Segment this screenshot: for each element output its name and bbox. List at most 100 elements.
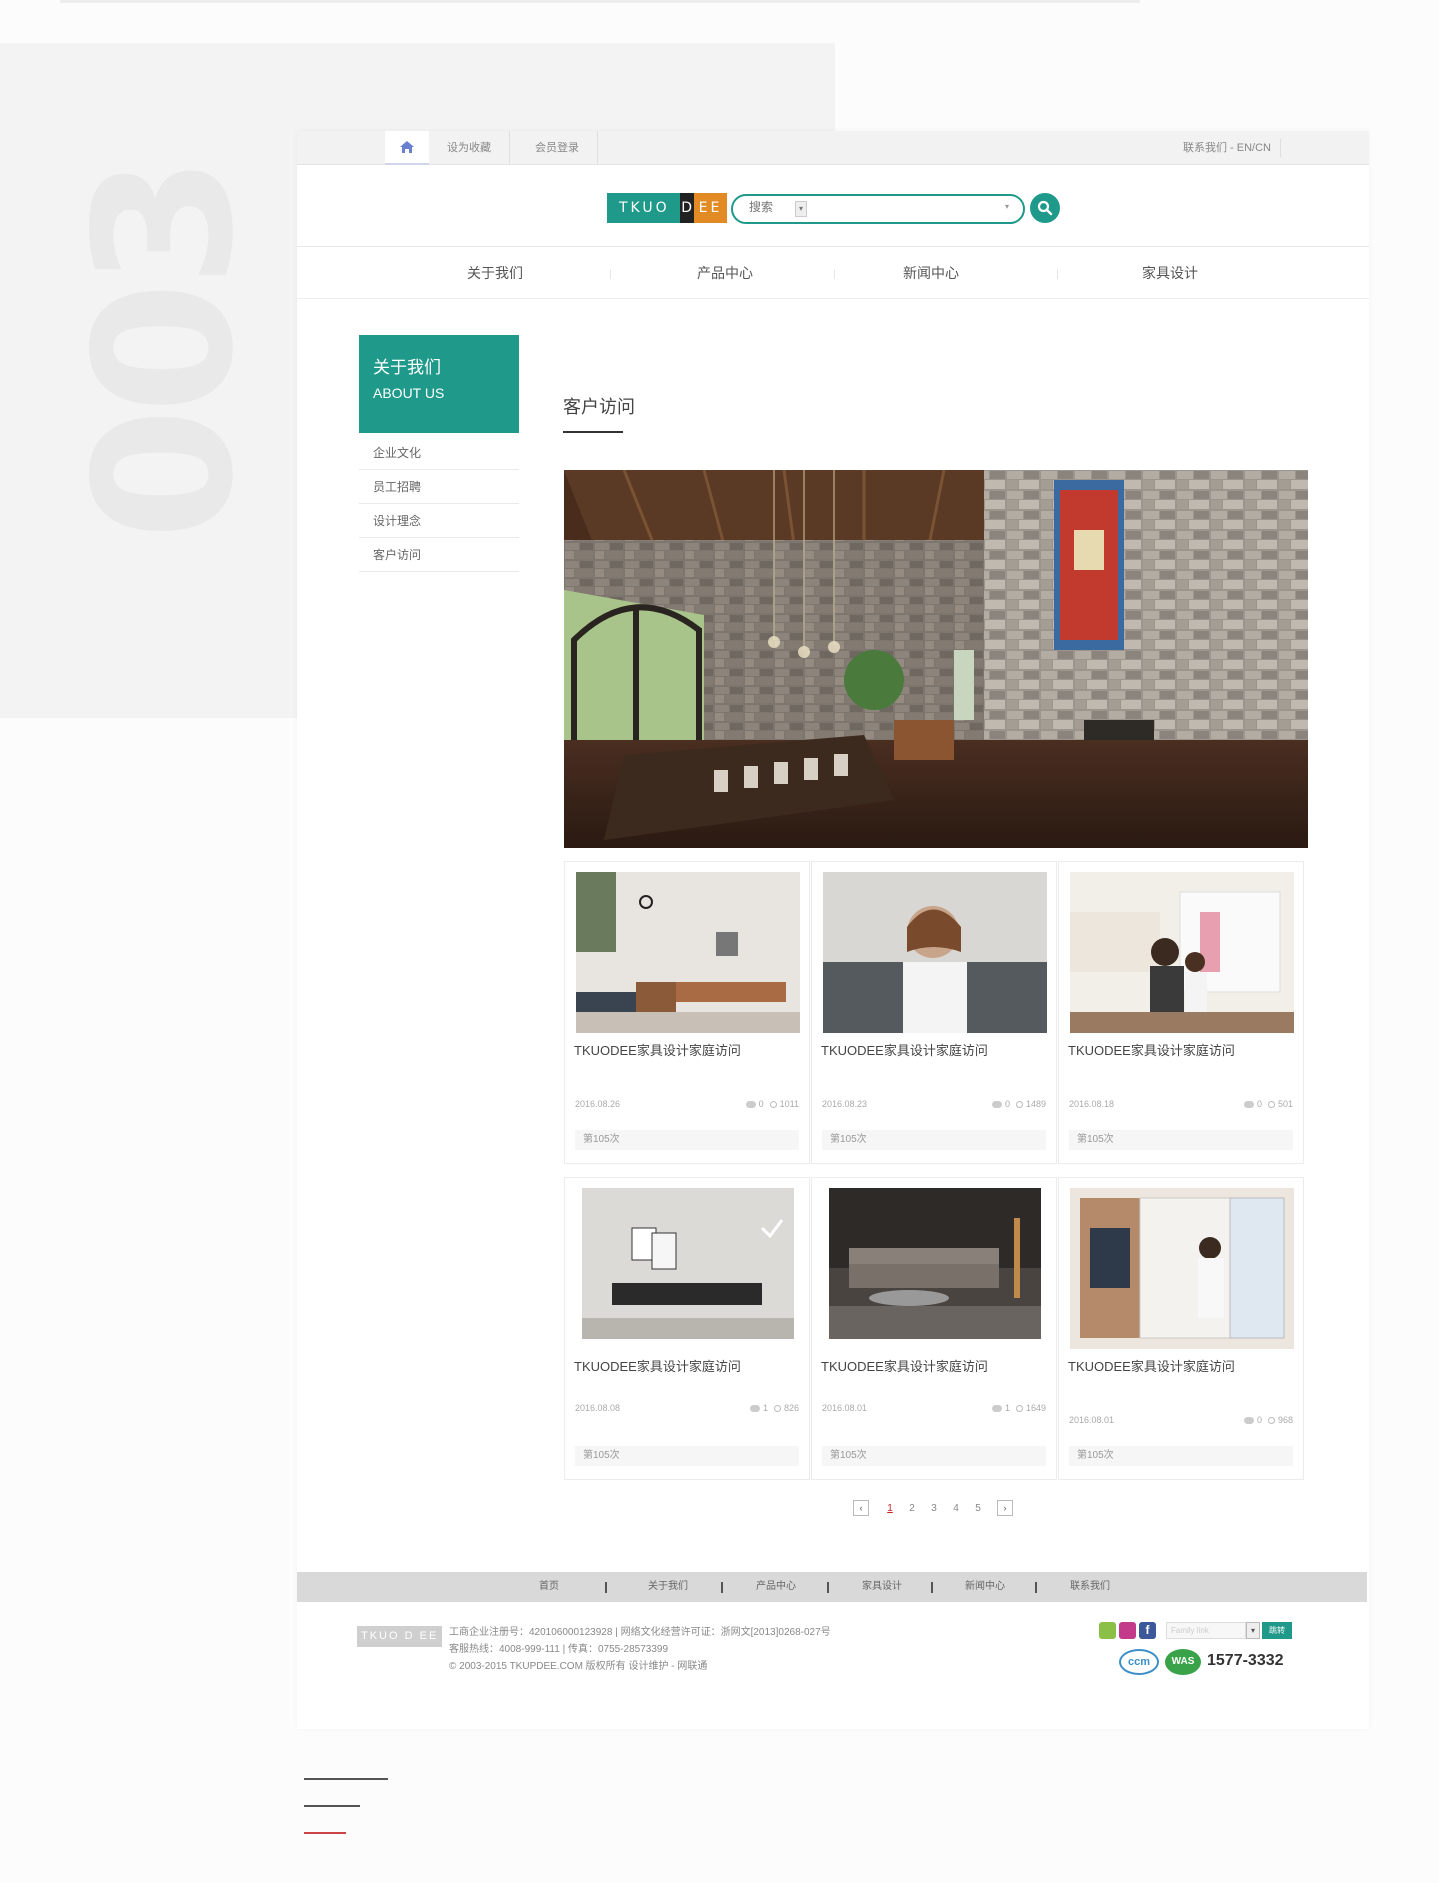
footer-separator (605, 1582, 607, 1593)
comment-count: 0 (1243, 1415, 1262, 1425)
footer-link-about[interactable]: 关于我们 (648, 1572, 688, 1602)
view-icon (769, 1101, 777, 1109)
card-title[interactable]: TKUODEE家具设计家庭访问 (1068, 1040, 1235, 1059)
site-logo[interactable]: TKUO D EE (607, 193, 728, 223)
nav-news[interactable]: 新闻中心 (903, 247, 959, 299)
comment-icon (991, 1405, 1002, 1413)
footer-link-home[interactable]: 首页 (539, 1572, 559, 1602)
view-icon (1267, 1417, 1275, 1425)
search-button[interactable] (1030, 193, 1060, 223)
card-title[interactable]: TKUODEE家具设计家庭访问 (821, 1356, 988, 1375)
search-category-select[interactable]: ▾ (795, 201, 807, 217)
main-navigation: 关于我们 产品中心 新闻中心 家具设计 (297, 247, 1369, 299)
member-login-link[interactable]: 会员登录 (517, 131, 598, 165)
comment-icon (749, 1405, 760, 1413)
sidebar-title-cn: 关于我们 (373, 358, 441, 377)
next-page-button[interactable]: › (997, 1500, 1013, 1516)
page-3[interactable]: 3 (923, 1503, 945, 1514)
nav-separator (834, 269, 835, 279)
search-input[interactable] (749, 200, 789, 214)
nav-design[interactable]: 家具设计 (1142, 247, 1198, 299)
home-icon (400, 141, 414, 153)
interior-photo (564, 470, 1308, 848)
card-date: 2016.08.08 (575, 1403, 621, 1413)
visit-card[interactable]: TKUODEE家具设计家庭访问 2016.08.26 0 1011 第105次 (564, 861, 810, 1164)
top-rule (60, 0, 1140, 3)
visit-card[interactable]: TKUODEE家具设计家庭访问 2016.08.01 1 1649 第105次 (811, 1177, 1057, 1480)
presentation-canvas: 0 0 3 设为收藏 会员登录 联系我们 - EN/CN TKUO D EE 搜索 … (0, 0, 1439, 1883)
search-dropdown-arrow[interactable]: ▾ (1005, 202, 1009, 211)
card-meta: 2016.08.01 0 968 (1069, 1415, 1293, 1425)
card-footer: 第105次 (822, 1446, 1046, 1466)
card-footer: 第105次 (575, 1446, 799, 1466)
visit-card[interactable]: TKUODEE家具设计家庭访问 2016.08.01 0 968 第105次 (1058, 1177, 1304, 1480)
footer-navigation: 首页 关于我们 产品中心 家具设计 新闻中心 联系我们 (297, 1572, 1367, 1602)
facebook-icon[interactable]: f (1139, 1622, 1156, 1639)
footer-link-contact[interactable]: 联系我们 (1070, 1572, 1110, 1602)
visit-card[interactable]: TKUODEE家具设计家庭访问 2016.08.23 0 1489 第105次 (811, 861, 1057, 1164)
search-box: ▾ ▾ (731, 194, 1025, 224)
was-certification-badge: WAS (1165, 1649, 1201, 1675)
card-photo (1070, 1188, 1294, 1349)
page-2[interactable]: 2 (901, 1503, 923, 1514)
family-link-select[interactable]: Family link (1166, 1622, 1246, 1639)
view-icon (1267, 1101, 1275, 1109)
card-meta: 2016.08.01 1 1649 (822, 1403, 1046, 1413)
contact-link[interactable]: 联系我们 - (1183, 142, 1234, 154)
card-footer: 第105次 (822, 1130, 1046, 1150)
card-title[interactable]: TKUODEE家具设计家庭访问 (1068, 1356, 1235, 1375)
footer-separator (931, 1582, 933, 1593)
card-title[interactable]: TKUODEE家具设计家庭访问 (821, 1040, 988, 1059)
footer-link-products[interactable]: 产品中心 (756, 1572, 796, 1602)
pagination: ‹ 1 2 3 4 5 › (853, 1500, 1013, 1516)
footer-link-news[interactable]: 新闻中心 (965, 1572, 1005, 1602)
card-date: 2016.08.01 (1069, 1415, 1115, 1425)
logo-part-3: EE (693, 193, 728, 223)
footer-registration: 工商企业注册号：420106000123928 | 网络文化经营许可证：浙网文[… (449, 1627, 831, 1638)
footer-link-design[interactable]: 家具设计 (862, 1572, 902, 1602)
sidebar-item-recruit[interactable]: 员工招聘 (359, 470, 519, 504)
card-photo (829, 1188, 1041, 1339)
footer-separator (827, 1582, 829, 1593)
card-photo (576, 872, 800, 1033)
card-title[interactable]: TKUODEE家具设计家庭访问 (574, 1356, 741, 1375)
prev-page-button[interactable]: ‹ (853, 1500, 869, 1516)
view-count: 968 (1267, 1415, 1293, 1425)
sidebar-item-visits[interactable]: 客户访问 (359, 538, 519, 572)
view-count: 826 (773, 1403, 799, 1413)
topbar-divider (1280, 139, 1281, 157)
language-switch[interactable]: EN/CN (1237, 142, 1271, 154)
sidebar-item-culture[interactable]: 企业文化 (359, 436, 519, 470)
bookmark-link[interactable]: 设为收藏 (429, 131, 510, 165)
logo-part-2: D (679, 193, 694, 223)
bing-icon[interactable] (1099, 1622, 1116, 1639)
comment-count: 0 (745, 1099, 764, 1109)
hero-image (564, 470, 1308, 848)
page-1[interactable]: 1 (879, 1503, 901, 1514)
nav-separator (610, 269, 611, 279)
instagram-icon[interactable] (1119, 1622, 1136, 1639)
family-link-dropdown-arrow[interactable]: ▾ (1246, 1622, 1260, 1639)
page-4[interactable]: 4 (945, 1503, 967, 1514)
card-title[interactable]: TKUODEE家具设计家庭访问 (574, 1040, 741, 1059)
comment-count: 0 (1243, 1099, 1262, 1109)
visit-card[interactable]: TKUODEE家具设计家庭访问 2016.08.18 0 501 第105次 (1058, 861, 1304, 1164)
view-icon (1015, 1101, 1023, 1109)
visit-card[interactable]: TKUODEE家具设计家庭访问 2016.08.08 1 826 第105次 (564, 1177, 810, 1480)
nav-about[interactable]: 关于我们 (467, 247, 523, 299)
card-date: 2016.08.01 (822, 1403, 868, 1413)
logo-part-1: TKUO (607, 193, 680, 223)
view-count: 1011 (769, 1099, 799, 1109)
footer-hotline: 客服热线：4008-999-111 | 传真：0755-28573399 (449, 1644, 669, 1655)
comment-count: 1 (991, 1403, 1010, 1413)
page-5[interactable]: 5 (967, 1503, 989, 1514)
nav-products[interactable]: 产品中心 (697, 247, 753, 299)
card-meta: 2016.08.26 0 1011 (575, 1099, 799, 1109)
card-photo (582, 1188, 794, 1339)
card-meta: 2016.08.08 1 826 (575, 1403, 799, 1413)
home-button[interactable] (385, 131, 429, 165)
nav-separator (1057, 269, 1058, 279)
decor-line (304, 1805, 360, 1807)
sidebar-item-concept[interactable]: 设计理念 (359, 504, 519, 538)
go-button[interactable]: 跳转 (1262, 1622, 1292, 1639)
